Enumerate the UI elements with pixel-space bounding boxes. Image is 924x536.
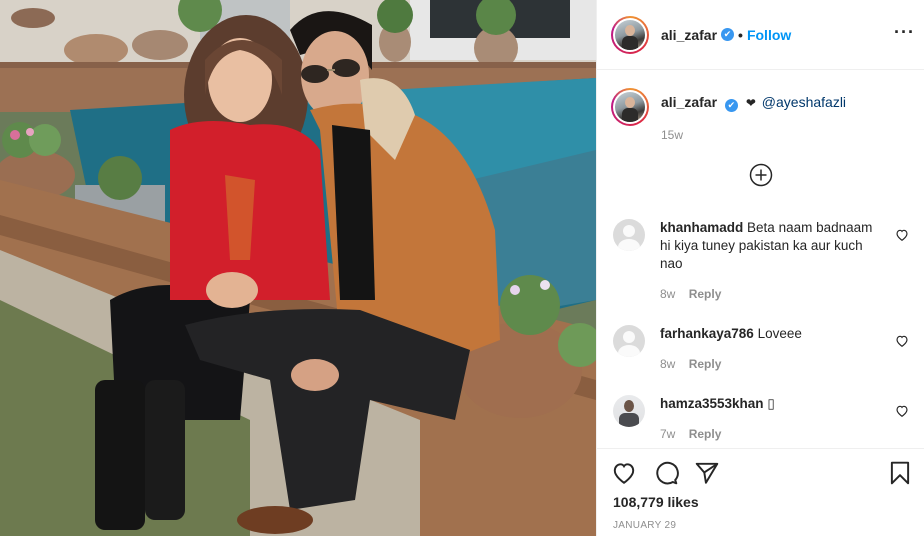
header-separator: • — [738, 26, 743, 43]
comment-bubble-icon[interactable] — [653, 460, 679, 486]
comment-item: hamza3553khan ▯ 7w Reply — [613, 395, 909, 441]
comment-username[interactable]: khanhamadd — [660, 220, 743, 235]
comment-body: farhankaya786 Loveee 8w Reply — [660, 325, 880, 371]
caption-avatar-ring[interactable] — [611, 88, 649, 126]
more-options-icon[interactable]: ··· — [894, 23, 915, 41]
reply-button[interactable]: Reply — [689, 287, 722, 301]
couple-photo-illustration — [0, 0, 596, 536]
heart-emoji: ❤ — [745, 96, 756, 110]
comment-body: khanhamadd Beta naam badnaam hi kiya tun… — [660, 219, 880, 301]
comment-text: Loveee — [757, 326, 802, 341]
commenter-avatar[interactable] — [613, 395, 645, 427]
small-heart-icon[interactable] — [895, 404, 909, 418]
comment-meta: 8w Reply — [660, 287, 880, 301]
comment-text-block: khanhamadd Beta naam badnaam hi kiya tun… — [660, 219, 880, 273]
instagram-post: ali_zafar ✔ • Follow ··· ali_zafar ✔ ❤ @… — [0, 0, 924, 536]
post-side-panel: ali_zafar ✔ • Follow ··· ali_zafar ✔ ❤ @… — [596, 0, 924, 536]
post-header: ali_zafar ✔ • Follow ··· — [597, 0, 924, 70]
reply-button[interactable]: Reply — [689, 357, 722, 371]
author-avatar — [615, 19, 645, 50]
verified-badge-icon: ✔ — [721, 28, 735, 41]
comment-username[interactable]: hamza3553khan — [660, 396, 764, 411]
comment-time[interactable]: 8w — [660, 357, 675, 371]
small-heart-icon[interactable] — [895, 334, 909, 348]
post-caption: ali_zafar ✔ ❤ @ayeshafazli 15w — [611, 88, 911, 142]
caption-text-block: ali_zafar ✔ ❤ @ayeshafazli 15w — [661, 88, 846, 142]
caption-time[interactable]: 15w — [661, 128, 846, 142]
comment-time[interactable]: 7w — [660, 427, 675, 441]
comment-item: khanhamadd Beta naam badnaam hi kiya tun… — [613, 219, 909, 301]
likes-count[interactable]: 108,779 likes — [613, 494, 699, 510]
commenter-avatar[interactable] — [613, 325, 645, 357]
plus-circle-icon[interactable] — [749, 163, 773, 187]
comment-time[interactable]: 8w — [660, 287, 675, 301]
comment-text-block: hamza3553khan ▯ — [660, 395, 880, 413]
verified-badge-icon: ✔ — [724, 99, 738, 112]
comment-text-block: farhankaya786 Loveee — [660, 325, 880, 343]
caption-mention-link[interactable]: @ayeshafazli — [762, 94, 846, 110]
bookmark-icon[interactable] — [887, 460, 913, 486]
comment-item: farhankaya786 Loveee 8w Reply — [613, 325, 909, 371]
caption-avatar-frame — [613, 90, 647, 124]
post-photo[interactable] — [0, 0, 596, 536]
caption-username[interactable]: ali_zafar — [661, 94, 717, 110]
comment-text: ▯ — [767, 396, 775, 411]
post-actions-section: 108,779 likes JANUARY 29 — [597, 448, 924, 536]
comment-body: hamza3553khan ▯ 7w Reply — [660, 395, 880, 441]
author-avatar-frame — [613, 17, 647, 52]
post-date[interactable]: JANUARY 29 — [613, 520, 676, 531]
comment-meta: 8w Reply — [660, 357, 880, 371]
reply-button[interactable]: Reply — [689, 427, 722, 441]
commenter-avatar[interactable] — [613, 219, 645, 251]
caption-avatar — [615, 92, 645, 122]
author-avatar-ring[interactable] — [611, 15, 649, 54]
comment-meta: 7w Reply — [660, 427, 880, 441]
paper-plane-icon[interactable] — [694, 460, 720, 486]
comment-username[interactable]: farhankaya786 — [660, 326, 754, 341]
heart-icon[interactable] — [611, 460, 637, 486]
caption-line: ali_zafar ✔ ❤ @ayeshafazli — [661, 94, 846, 112]
follow-button[interactable]: Follow — [747, 27, 791, 43]
small-heart-icon[interactable] — [895, 228, 909, 242]
author-username[interactable]: ali_zafar — [661, 27, 717, 43]
